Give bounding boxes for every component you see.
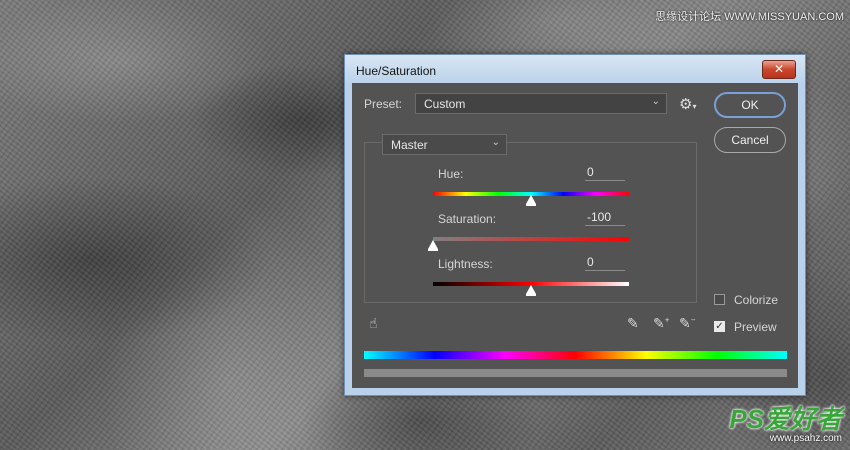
watermark-logo-sub: www.psahz.com bbox=[769, 433, 842, 444]
saturation-label: Saturation: bbox=[438, 212, 497, 226]
gear-icon[interactable]: ⚙▾ bbox=[679, 95, 696, 113]
hue-value-field[interactable]: 0 bbox=[585, 165, 625, 181]
lightness-label: Lightness: bbox=[438, 257, 493, 271]
hue-saturation-dialog: Hue/Saturation ✕ Preset: Custom ⌄ ⚙▾ OK … bbox=[344, 54, 806, 396]
colorize-checkbox[interactable] bbox=[714, 294, 725, 305]
chevron-down-icon: ⌄ bbox=[491, 137, 500, 148]
colorize-label[interactable]: Colorize bbox=[734, 293, 778, 307]
eyedropper-add-icon[interactable]: ✎+ bbox=[653, 315, 669, 332]
chevron-down-icon: ⌄ bbox=[651, 96, 660, 107]
channel-value: Master bbox=[391, 138, 428, 152]
lightness-slider-thumb[interactable] bbox=[526, 285, 536, 296]
lightness-value-field[interactable]: 0 bbox=[585, 255, 625, 271]
eyedropper-subtract-icon[interactable]: ✎− bbox=[679, 315, 695, 332]
dialog-title: Hue/Saturation bbox=[356, 64, 437, 78]
ok-button[interactable]: OK bbox=[714, 92, 786, 118]
close-button[interactable]: ✕ bbox=[762, 60, 796, 79]
preview-label[interactable]: Preview bbox=[734, 320, 777, 334]
dialog-body: Preset: Custom ⌄ ⚙▾ OK Cancel Master ⌄ H… bbox=[352, 83, 798, 388]
channel-select[interactable]: Master ⌄ bbox=[382, 134, 507, 155]
result-color-bar bbox=[364, 369, 787, 377]
adjustment-group bbox=[364, 142, 697, 303]
eyedropper-icon[interactable]: ✎ bbox=[627, 315, 639, 332]
close-icon: ✕ bbox=[773, 62, 785, 76]
preset-value: Custom bbox=[424, 97, 466, 111]
watermark-logo-text: PS爱好者 bbox=[729, 404, 842, 434]
hue-label: Hue: bbox=[438, 167, 464, 181]
targeted-adjustment-hand-icon[interactable]: ☝ bbox=[369, 315, 378, 332]
source-color-bar bbox=[364, 351, 787, 359]
watermark-top: 思缘设计论坛 WWW.MISSYUAN.COM bbox=[655, 11, 844, 23]
watermark-logo: PS爱好者 www.psahz.com bbox=[729, 405, 842, 444]
cancel-button[interactable]: Cancel bbox=[714, 127, 786, 153]
saturation-value-field[interactable]: -100 bbox=[585, 210, 625, 226]
title-bar[interactable]: Hue/Saturation ✕ bbox=[345, 55, 805, 83]
preview-checkbox[interactable]: ✓ bbox=[714, 321, 725, 332]
preset-select[interactable]: Custom ⌄ bbox=[415, 93, 667, 114]
saturation-slider-track[interactable] bbox=[433, 237, 629, 241]
hue-slider-thumb[interactable] bbox=[526, 195, 536, 206]
saturation-slider-thumb[interactable] bbox=[428, 240, 438, 251]
preset-label: Preset: bbox=[364, 97, 403, 111]
